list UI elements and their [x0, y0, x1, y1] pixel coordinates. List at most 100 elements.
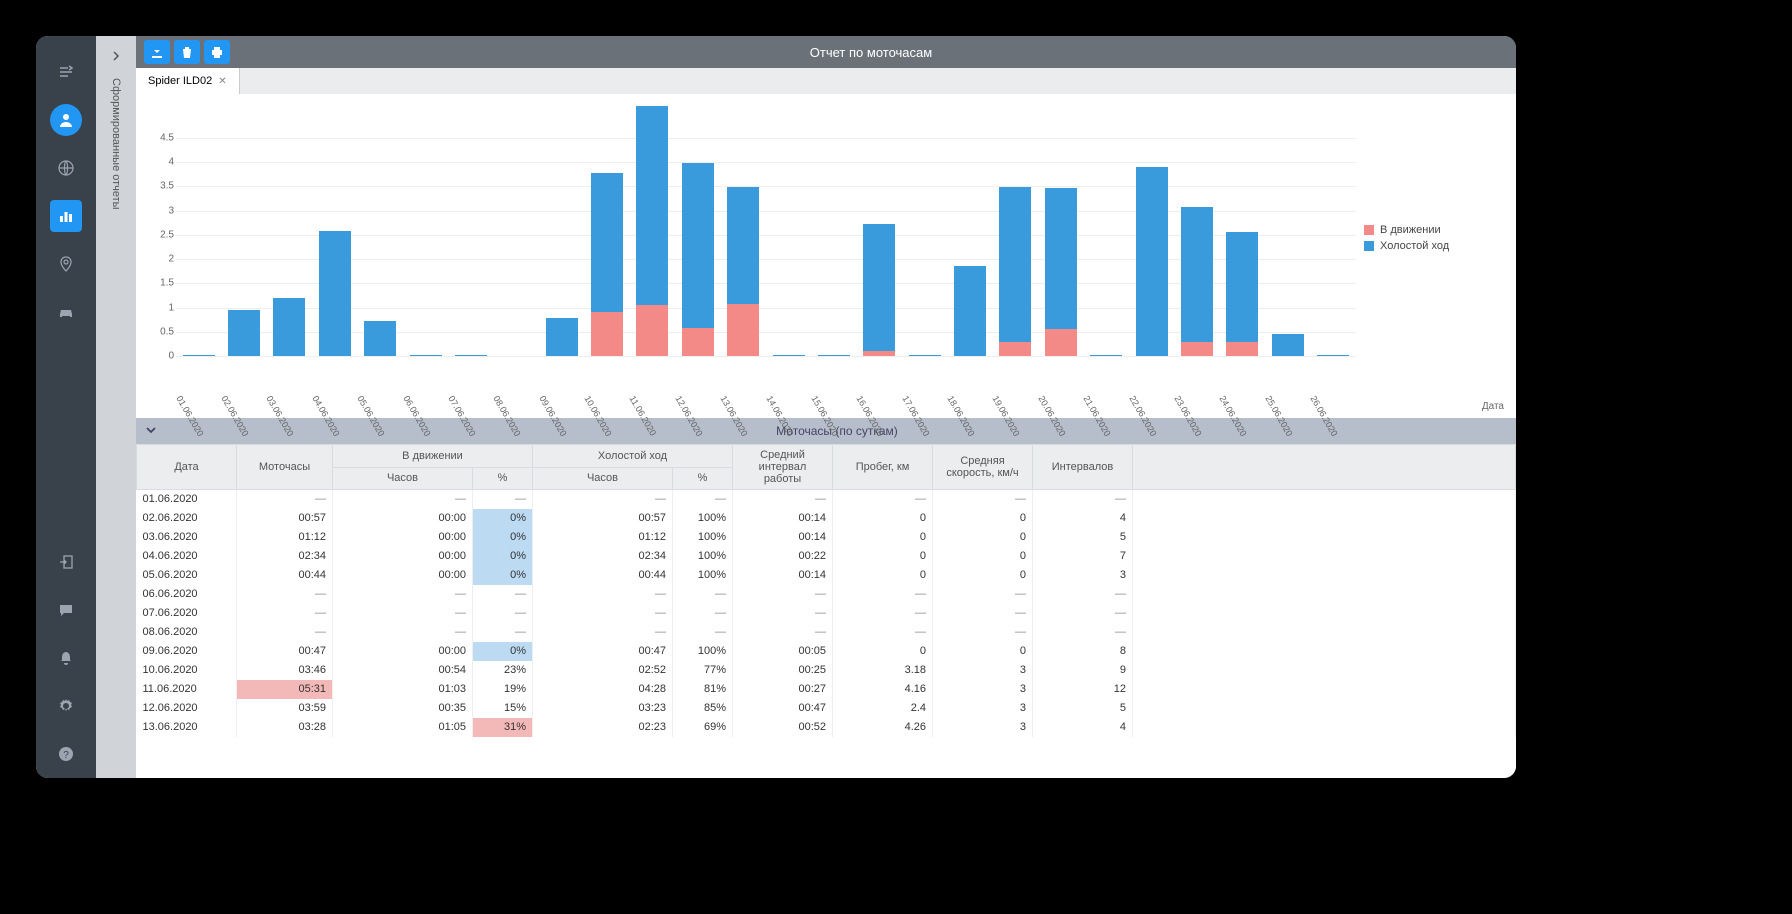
tab-spider[interactable]: Spider ILD02 ✕: [136, 68, 240, 94]
y-tick: 1.5: [160, 278, 174, 289]
tab-close-icon[interactable]: ✕: [218, 76, 226, 87]
bar-idle: [1181, 207, 1213, 343]
bars: [176, 104, 1356, 356]
profile-icon[interactable]: [50, 104, 82, 136]
bar-idle: [546, 318, 578, 356]
y-tick: 4: [168, 157, 174, 168]
table-row[interactable]: 12.06.202003:5900:3515%03:2385%00:472.43…: [137, 699, 1516, 718]
app-frame: ? Сформированные отчеты Отчет по моточас…: [36, 36, 1516, 778]
svg-text:?: ?: [63, 750, 69, 761]
y-tick: 0: [168, 351, 174, 362]
bar-idle: [364, 321, 396, 356]
bar-idle: [591, 173, 623, 312]
th-idle-hours: Часов: [533, 467, 673, 490]
th-avg-speed: Средняя скорость, км/ч: [933, 445, 1033, 490]
enter-icon[interactable]: [50, 546, 82, 578]
table-row[interactable]: 13.06.202003:2801:0531%02:2369%00:524.26…: [137, 718, 1516, 737]
reports-icon[interactable]: [50, 200, 82, 232]
bar-moving: [1181, 342, 1213, 356]
bar-group[interactable]: [818, 355, 850, 356]
table-row[interactable]: 02.06.202000:5700:000%00:57100%00:14004: [137, 509, 1516, 528]
globe-icon[interactable]: [50, 152, 82, 184]
x-labels: 01.06.202002.06.202003.06.202004.06.2020…: [176, 394, 1356, 404]
y-tick: 2.5: [160, 229, 174, 240]
report-title: Отчет по моточасам: [234, 45, 1508, 60]
bar-idle: [1090, 355, 1122, 356]
th-hours: Моточасы: [237, 445, 333, 490]
bar-group[interactable]: [682, 163, 714, 356]
bar-group[interactable]: [1136, 167, 1168, 356]
bar-idle: [319, 231, 351, 356]
bar-idle: [410, 355, 442, 356]
table-row[interactable]: 10.06.202003:4600:5423%02:5277%00:253.18…: [137, 661, 1516, 680]
gear-icon[interactable]: [50, 690, 82, 722]
bar-moving: [591, 312, 623, 356]
bar-group[interactable]: [455, 355, 487, 356]
bar-group[interactable]: [228, 310, 260, 356]
bar-group[interactable]: [183, 355, 215, 356]
bar-idle: [909, 355, 941, 356]
bar-group[interactable]: [591, 173, 623, 356]
x-axis-label: Дата: [1482, 401, 1504, 412]
bar-group[interactable]: [727, 187, 759, 356]
table-row[interactable]: 01.06.2020—————————: [137, 490, 1516, 509]
bar-group[interactable]: [999, 187, 1031, 356]
table-row[interactable]: 11.06.202005:3101:0319%04:2881%00:274.16…: [137, 680, 1516, 699]
bar-group[interactable]: [954, 266, 986, 356]
bar-group[interactable]: [546, 318, 578, 356]
collapse-chevron-icon[interactable]: [144, 423, 158, 440]
bar-group[interactable]: [1181, 207, 1213, 356]
bar-group[interactable]: [1226, 232, 1258, 356]
bar-group[interactable]: [364, 321, 396, 356]
y-axis: 00.511.522.533.544.5: [150, 104, 174, 356]
bar-group[interactable]: [1272, 334, 1304, 356]
table-wrap[interactable]: Дата Моточасы В движении Холостой ход Ср…: [136, 444, 1516, 778]
bar-idle: [273, 298, 305, 356]
help-icon[interactable]: ?: [50, 738, 82, 770]
download-button[interactable]: [144, 40, 170, 64]
bar-group[interactable]: [1317, 355, 1349, 356]
th-idle: Холостой ход: [533, 445, 733, 468]
bell-icon[interactable]: [50, 642, 82, 674]
legend-swatch-idle: [1364, 241, 1374, 251]
table-row[interactable]: 09.06.202000:4700:000%00:47100%00:05008: [137, 642, 1516, 661]
th-intervals: Интервалов: [1033, 445, 1133, 490]
th-date: Дата: [137, 445, 237, 490]
bar-group[interactable]: [1045, 188, 1077, 356]
table-row[interactable]: 05.06.202000:4400:000%00:44100%00:14003: [137, 566, 1516, 585]
table-row[interactable]: 03.06.202001:1200:000%01:12100%00:14005: [137, 528, 1516, 547]
bar-moving: [1226, 342, 1258, 356]
bar-idle: [682, 163, 714, 328]
print-button[interactable]: [204, 40, 230, 64]
bar-idle: [954, 266, 986, 356]
message-icon[interactable]: [50, 594, 82, 626]
th-moving-hours: Часов: [333, 467, 473, 490]
table-row[interactable]: 06.06.2020—————————: [137, 585, 1516, 604]
th-moving-pct: %: [473, 467, 533, 490]
legend-moving[interactable]: В движении: [1364, 224, 1504, 236]
y-tick: 0.5: [160, 326, 174, 337]
bar-group[interactable]: [773, 355, 805, 356]
bar-idle: [1136, 167, 1168, 356]
menu-icon[interactable]: [50, 56, 82, 88]
bar-group[interactable]: [636, 106, 668, 356]
bar-group[interactable]: [1090, 355, 1122, 356]
data-table: Дата Моточасы В движении Холостой ход Ср…: [136, 444, 1516, 737]
bar-idle: [1272, 334, 1304, 356]
y-tick: 3.5: [160, 181, 174, 192]
delete-button[interactable]: [174, 40, 200, 64]
car-icon[interactable]: [50, 296, 82, 328]
bar-group[interactable]: [863, 224, 895, 356]
bar-group[interactable]: [273, 298, 305, 356]
bar-group[interactable]: [410, 355, 442, 356]
panel-expand-icon[interactable]: [104, 44, 128, 68]
bar-moving: [727, 304, 759, 356]
bar-group[interactable]: [909, 355, 941, 356]
y-tick: 2: [168, 254, 174, 265]
location-icon[interactable]: [50, 248, 82, 280]
table-row[interactable]: 08.06.2020—————————: [137, 623, 1516, 642]
bar-group[interactable]: [319, 231, 351, 356]
table-row[interactable]: 07.06.2020—————————: [137, 604, 1516, 623]
table-row[interactable]: 04.06.202002:3400:000%02:34100%00:22007: [137, 547, 1516, 566]
legend-idle[interactable]: Холостой ход: [1364, 240, 1504, 252]
